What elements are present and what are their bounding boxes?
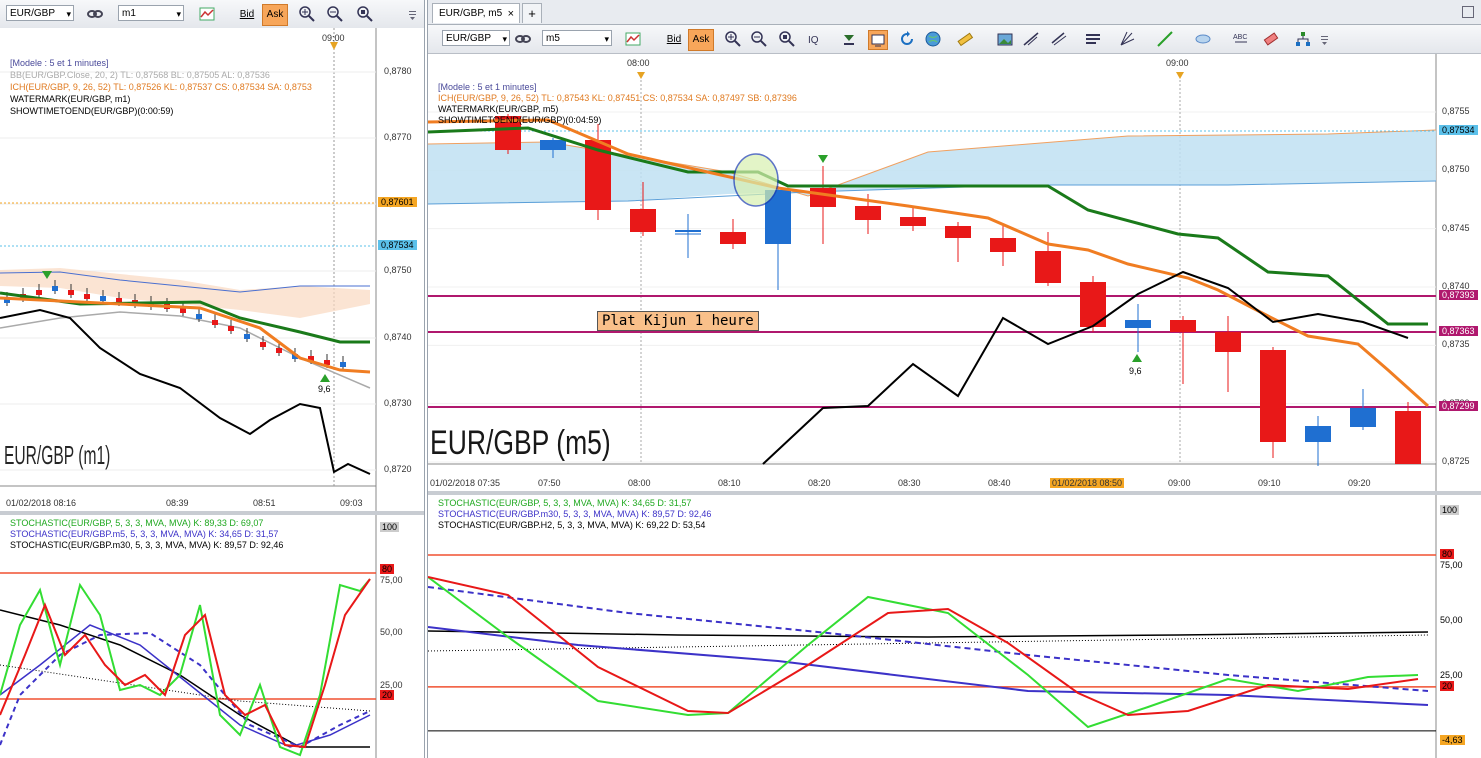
tab-eurgbp-m5[interactable]: EUR/GBP, m5 ×	[432, 3, 520, 23]
zoom-out-icon[interactable]	[750, 30, 768, 48]
left-chart-window: EUR/GBP m1 Bid Ask 09:000,87800,87700,87…	[0, 0, 425, 758]
text-tool-icon[interactable]: ABC	[1232, 30, 1250, 48]
candle	[1215, 332, 1241, 352]
candle	[100, 296, 106, 301]
candle	[52, 286, 58, 291]
link-icon[interactable]	[86, 5, 104, 23]
autoscale-icon[interactable]	[778, 30, 796, 48]
chart-background	[428, 54, 1481, 491]
candle	[720, 232, 746, 244]
svg-text:ABC: ABC	[1233, 34, 1247, 41]
candle	[1350, 408, 1376, 427]
candle	[810, 188, 836, 207]
left-symbol-select[interactable]: EUR/GBP	[6, 5, 74, 22]
candle	[276, 348, 282, 353]
candle	[900, 217, 926, 226]
svg-text:IQ: IQ	[808, 35, 819, 46]
chart-background	[428, 495, 1481, 758]
right-timeframe-select[interactable]: m5	[542, 30, 612, 47]
candle	[228, 326, 234, 331]
candle	[84, 294, 90, 299]
candle	[630, 209, 656, 232]
candle	[990, 238, 1016, 252]
window-restore-icon[interactable]	[1462, 6, 1474, 18]
candle	[855, 206, 881, 220]
left-price-chart[interactable]	[0, 28, 424, 512]
objects-tree-icon[interactable]	[1294, 30, 1312, 48]
candle	[675, 230, 701, 232]
candle	[1035, 251, 1061, 283]
candle	[36, 290, 42, 295]
horizontal-lines-icon[interactable]	[1084, 30, 1102, 48]
candle	[1170, 320, 1196, 332]
candle	[68, 290, 74, 295]
globe-icon[interactable]	[924, 30, 942, 48]
tab-label: EUR/GBP, m5	[439, 8, 503, 19]
screenshot-icon[interactable]	[996, 30, 1014, 48]
left-stochastic-chart[interactable]	[0, 515, 424, 758]
crosshair-toggle-icon[interactable]	[868, 30, 888, 50]
refresh-icon[interactable]	[898, 30, 916, 48]
draw-trend-icon[interactable]	[1022, 30, 1040, 48]
bid-button[interactable]: Bid	[661, 29, 687, 51]
tab-bar: EUR/GBP, m5 × +	[428, 0, 1481, 25]
scroll-to-end-icon[interactable]	[840, 30, 858, 48]
zoom-out-icon[interactable]	[326, 5, 344, 23]
new-tab-button[interactable]: +	[522, 3, 542, 23]
pitchfork-icon[interactable]	[1118, 30, 1136, 48]
ruler-icon[interactable]	[956, 30, 974, 48]
autoscale-icon[interactable]	[356, 5, 374, 23]
link-icon[interactable]	[514, 30, 532, 48]
right-toolbar: EUR/GBP m5 Bid Ask IQ ABC	[428, 25, 1481, 54]
chart-background	[0, 515, 424, 758]
candle	[1305, 426, 1331, 442]
right-price-chart[interactable]	[428, 54, 1481, 491]
chart-type-icon[interactable]	[624, 30, 642, 48]
candle	[1260, 350, 1286, 442]
right-stochastic-chart[interactable]	[428, 495, 1481, 758]
close-tab-icon[interactable]: ×	[508, 4, 514, 24]
candle	[945, 226, 971, 238]
zoom-window-icon[interactable]: IQ	[806, 30, 824, 48]
chart-type-icon[interactable]	[198, 5, 216, 23]
candle	[244, 334, 250, 339]
left-timeframe-select[interactable]: m1	[118, 5, 184, 22]
right-chart-window: EUR/GBP, m5 × + EUR/GBP m5 Bid Ask IQ AB…	[427, 0, 1481, 758]
candle	[260, 342, 266, 347]
ellipse-tool-icon[interactable]	[1194, 30, 1212, 48]
toolbar-options-icon[interactable]	[1320, 30, 1330, 48]
right-symbol-select[interactable]: EUR/GBP	[442, 30, 510, 47]
candle	[212, 320, 218, 325]
candle	[540, 140, 566, 150]
ask-button[interactable]: Ask	[262, 4, 288, 26]
eraser-icon[interactable]	[1262, 30, 1280, 48]
fibonacci-icon[interactable]	[1050, 30, 1068, 48]
toolbar-options-icon[interactable]	[408, 5, 418, 23]
bid-button[interactable]: Bid	[234, 4, 260, 26]
highlight-ellipse	[733, 153, 779, 207]
candle	[196, 314, 202, 319]
zoom-in-icon[interactable]	[724, 30, 742, 48]
zoom-in-icon[interactable]	[298, 5, 316, 23]
left-toolbar: EUR/GBP m1 Bid Ask	[0, 0, 424, 29]
candle	[1125, 320, 1151, 328]
ask-button[interactable]: Ask	[688, 29, 714, 51]
candle	[340, 362, 346, 367]
candle	[1395, 411, 1421, 464]
line-tool-icon[interactable]	[1156, 30, 1174, 48]
